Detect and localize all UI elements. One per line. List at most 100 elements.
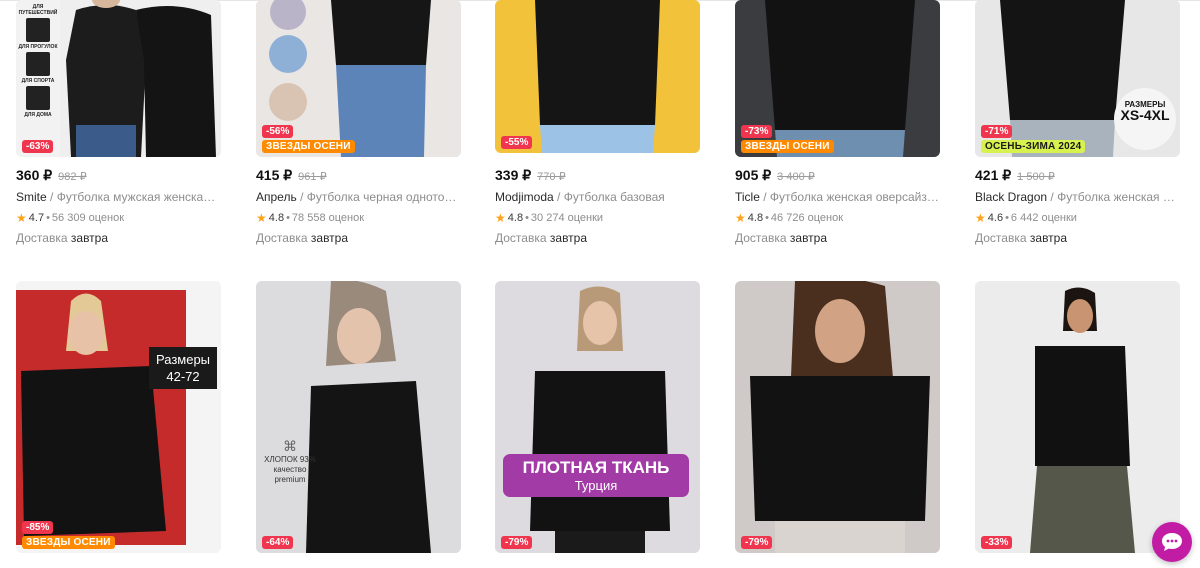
reviews-count: 56 309 оценок [51,212,125,224]
chat-button[interactable] [1152,522,1192,562]
promo-tag: ОСЕНЬ-ЗИМА 2024 [981,140,1086,153]
star-icon: ★ [975,211,986,225]
product-photo [256,281,461,553]
badges: -79% [501,536,533,549]
cotton-icon: ⌘ [283,438,297,454]
old-price: 3 400 ₽ [777,171,815,183]
product-title[interactable]: Black Dragon / Футболка женская ове... [975,190,1180,204]
product-image[interactable]: РАЗМЕРЫ XS-4XL -71% ОСЕНЬ-ЗИМА 2024 [975,0,1180,157]
badges: -73% ЗВЕЗДЫ ОСЕНИ [741,125,834,153]
rating-dot: • [46,212,50,224]
title-separator: / [50,190,54,204]
title-separator: / [1050,190,1054,204]
product-info: 360 ₽ 982 ₽ Smite / Футболка мужская жен… [16,167,221,257]
size-badge-value: XS-4XL [1120,107,1170,123]
product-info: 905 ₽ 3 400 ₽ Ticle / Футболка женская о… [735,167,940,257]
usage-label: ДЛЯ ПРОГУЛОК [18,44,58,50]
product-info: 415 ₽ 961 ₽ Апрель / Футболка черная одн… [256,167,461,257]
old-price: 770 ₽ [537,171,566,183]
product-image[interactable]: -56% ЗВЕЗДЫ ОСЕНИ [256,0,461,157]
cotton-percent: ХЛОПОК 93% [264,455,316,464]
current-price: 905 ₽ [735,167,772,183]
discount-badge: -79% [501,536,533,549]
product-image[interactable]: ПЛОТНАЯ ТКАНЬ Турция -79% [495,281,700,553]
discount-badge: -33% [981,536,1013,549]
price-row: 905 ₽ 3 400 ₽ [735,167,815,184]
product-photo [495,281,700,553]
product-info: 339 ₽ 770 ₽ Modjimoda / Футболка базовая… [495,167,700,257]
sizes-overlay-label: Размеры [156,352,211,367]
badges: -56% ЗВЕЗДЫ ОСЕНИ [262,125,355,153]
product-image[interactable]: -79% [735,281,940,553]
price-row: 339 ₽ 770 ₽ [495,167,566,184]
size-range-badge: РАЗМЕРЫ XS-4XL [1114,88,1176,150]
delivery-day: завтра [310,231,349,245]
rating-value: 4.8 [507,212,524,224]
discount-badge: -73% [741,125,773,138]
rating-dot: • [286,212,290,224]
usage-label: ДЛЯ ПУТЕШЕСТВИЙ [18,4,58,16]
product-title[interactable]: Апрель / Футболка черная однотонн... [256,190,461,204]
product-image[interactable]: -33% [975,281,1180,553]
promo-tag: ЗВЕЗДЫ ОСЕНИ [741,140,834,153]
usage-icons-panel: ДЛЯ ПУТЕШЕСТВИЙ ДЛЯ ПРОГУЛОК ДЛЯ СПОРТА … [16,0,60,157]
price-row: 360 ₽ 982 ₽ [16,167,87,184]
delivery-day: завтра [549,231,588,245]
delivery-day: завтра [70,231,109,245]
product-photo [16,281,221,553]
travel-icon [26,18,50,42]
old-price: 961 ₽ [298,171,327,183]
rating-value: 4.8 [268,212,285,224]
rating: ★ 4.8 • 30 274 оценки [495,211,603,225]
old-price: 982 ₽ [58,171,87,183]
reviews-count: 30 274 оценки [530,212,604,224]
brand-name: Ticle [735,190,760,204]
product-title[interactable]: Ticle / Футболка женская оверсайз хл... [735,190,940,204]
discount-badge: -63% [22,140,54,153]
badges: -79% [741,536,773,549]
rating-value: 4.7 [28,212,45,224]
rating-value: 4.8 [747,212,764,224]
star-icon: ★ [256,211,267,225]
rating: ★ 4.6 • 6 442 оценки [975,211,1077,225]
title-separator: / [300,190,304,204]
title-separator: / [557,190,561,204]
product-photo [735,281,940,553]
rating-dot: • [765,212,769,224]
sizes-overlay: Размеры 42-72 [149,347,218,389]
product-photo [495,0,700,153]
promo-tag: ЗВЕЗДЫ ОСЕНИ [22,536,115,549]
fabric-overlay-title: ПЛОТНАЯ ТКАНЬ [522,458,670,477]
discount-badge: -56% [262,125,294,138]
delivery-day: завтра [1029,231,1068,245]
delivery-info: Доставка завтра [16,231,108,245]
delivery-prefix: Доставка [735,231,787,245]
rating: ★ 4.8 • 46 726 оценок [735,211,843,225]
product-image[interactable]: ⌘ ХЛОПОК 93% качество premium -64% [256,281,461,553]
product-title[interactable]: Modjimoda / Футболка базовая [495,190,700,204]
product-photo [975,281,1180,553]
delivery-info: Доставка завтра [975,231,1067,245]
product-image[interactable]: ДЛЯ ПУТЕШЕСТВИЙ ДЛЯ ПРОГУЛОК ДЛЯ СПОРТА … [16,0,221,157]
chat-bubble-icon [1162,533,1182,551]
product-name: Футболка мужская женская о... [56,190,221,204]
product-image[interactable]: Размеры 42-72 -85% ЗВЕЗДЫ ОСЕНИ [16,281,221,553]
product-info: 421 ₽ 1 500 ₽ Black Dragon / Футболка же… [975,167,1180,257]
promo-tag: ЗВЕЗДЫ ОСЕНИ [262,140,355,153]
delivery-day: завтра [789,231,828,245]
product-title[interactable]: Smite / Футболка мужская женская о... [16,190,221,204]
product-name: Футболка женская ове... [1057,190,1180,204]
current-price: 360 ₽ [16,167,53,183]
discount-badge: -55% [501,136,533,149]
rating: ★ 4.7 • 56 309 оценок [16,211,124,225]
title-separator: / [763,190,767,204]
fabric-overlay-origin: Турция [574,478,618,493]
brand-name: Smite [16,190,47,204]
product-image[interactable]: -73% ЗВЕЗДЫ ОСЕНИ [735,0,940,157]
star-icon: ★ [16,211,27,225]
rating-dot: • [525,212,529,224]
reviews-count: 78 558 оценок [291,212,365,224]
rating: ★ 4.8 • 78 558 оценок [256,211,364,225]
product-image[interactable]: -55% [495,0,700,153]
usage-label: ДЛЯ СПОРТА [21,78,55,84]
